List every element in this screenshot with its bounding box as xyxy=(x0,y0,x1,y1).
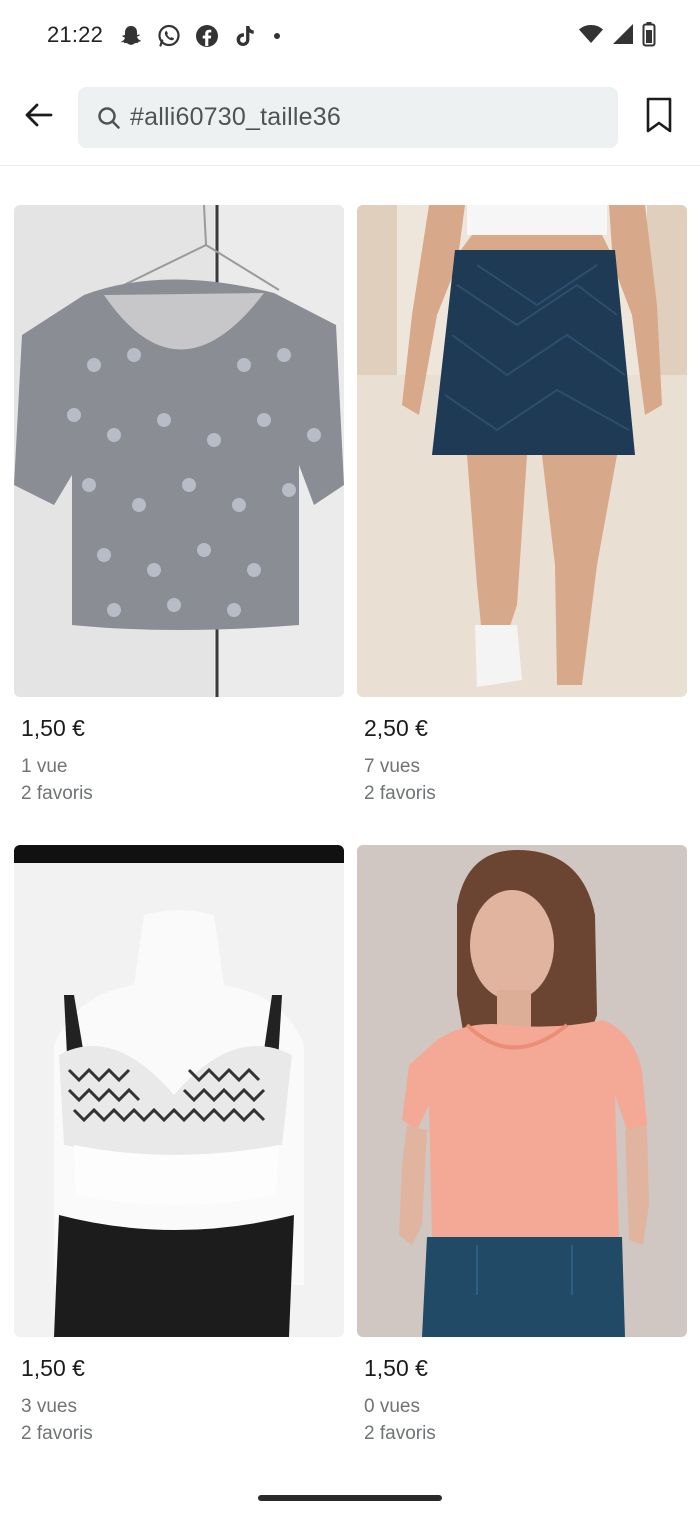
product-price: 1,50 € xyxy=(364,1355,428,1381)
save-search-button[interactable] xyxy=(636,94,682,140)
product-views: 3 vues xyxy=(21,1396,77,1417)
product-card[interactable]: 2,50 € 7 vues 2 favoris xyxy=(357,205,687,804)
product-photo-navy-skirt[interactable] xyxy=(357,205,687,697)
product-price: 1,50 € xyxy=(21,715,85,741)
dot-icon xyxy=(270,23,284,49)
product-photo-pink-tshirt[interactable] xyxy=(357,845,687,1337)
search-query-text: #alli60730_taille36 xyxy=(130,103,341,131)
product-photo-patterned-bralette[interactable] xyxy=(14,845,344,1337)
product-card[interactable]: 1,50 € 1 vue 2 favoris xyxy=(14,205,344,804)
home-indicator[interactable] xyxy=(258,1495,442,1501)
product-favorites: 2 favoris xyxy=(364,783,436,804)
product-views: 7 vues xyxy=(364,756,420,777)
bookmark-icon xyxy=(644,96,674,139)
battery-icon xyxy=(642,21,656,52)
product-card[interactable]: 1,50 € 0 vues 2 favoris xyxy=(357,845,687,1444)
signal-icon xyxy=(612,22,634,51)
search-header: #alli60730_taille36 xyxy=(0,72,700,166)
tiktok-icon xyxy=(232,23,258,49)
product-views: 0 vues xyxy=(364,1396,420,1417)
product-price: 1,50 € xyxy=(21,1355,85,1381)
snapchat-icon xyxy=(118,23,144,49)
whatsapp-icon xyxy=(156,23,182,49)
product-favorites: 2 favoris xyxy=(21,1423,93,1444)
arrow-left-icon xyxy=(23,99,55,136)
search-input[interactable]: #alli60730_taille36 xyxy=(78,87,618,148)
back-button[interactable] xyxy=(16,94,62,140)
status-time: 21:22 xyxy=(47,22,104,47)
product-favorites: 2 favoris xyxy=(364,1423,436,1444)
notification-icons xyxy=(118,22,284,50)
product-price: 2,50 € xyxy=(364,715,428,741)
product-favorites: 2 favoris xyxy=(21,783,93,804)
product-views: 1 vue xyxy=(21,756,68,777)
system-icons xyxy=(578,21,656,52)
search-icon xyxy=(96,105,122,131)
product-card[interactable]: 1,50 € 3 vues 2 favoris xyxy=(14,845,344,1444)
product-photo-grey-skull-top[interactable] xyxy=(14,205,344,697)
status-bar: 21:22 xyxy=(0,0,700,72)
facebook-icon xyxy=(194,23,220,49)
wifi-icon xyxy=(578,22,604,51)
